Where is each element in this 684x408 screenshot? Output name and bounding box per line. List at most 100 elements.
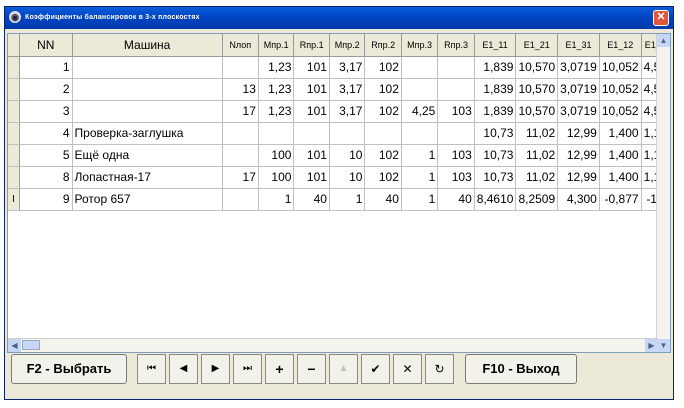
grid-cell[interactable]: 40 [293,188,330,211]
grid-cell[interactable]: 1,400 [599,122,642,145]
row-indicator[interactable] [8,100,20,123]
grid-cell[interactable]: 40 [364,188,402,211]
grid-cell[interactable]: 12,99 [557,144,600,167]
grid-cell[interactable]: 3,17 [329,56,366,79]
grid-cell[interactable]: 11,02 [515,122,559,145]
grid-cell[interactable] [437,56,475,79]
grid-cell[interactable] [437,78,475,101]
grid-cell[interactable]: 1,23 [258,100,295,123]
next-record-icon[interactable]: ▶ [201,354,230,384]
grid-cell[interactable]: 11,02 [515,144,559,167]
grid-cell[interactable] [401,56,439,79]
grid-cell[interactable]: 3 [19,100,73,123]
table-row[interactable]: 11,231013,171021,83910,5703,071910,0524,… [8,56,670,79]
grid-cell[interactable]: 4,25 [401,100,439,123]
row-indicator[interactable]: I [8,188,20,211]
grid-cell[interactable]: 1,23 [258,78,295,101]
grid-cell[interactable]: Лопастная-17 [72,166,223,189]
table-row[interactable]: 3 17 1,23 101 3,17 102 4,25 103 1,839 10,570 3,071… [8,100,670,123]
column-header[interactable]: E1_21 [515,34,559,57]
grid-cell[interactable]: 12,99 [557,122,600,145]
insert-record-icon[interactable]: + [265,354,294,384]
grid-cell[interactable] [401,122,439,145]
row-indicator[interactable] [8,78,20,101]
grid-cell[interactable]: 102 [364,56,402,79]
delete-record-icon[interactable]: − [297,354,326,384]
grid-cell[interactable]: 3,0719 [557,56,600,79]
grid-cell[interactable]: 10 [329,166,366,189]
grid-cell[interactable]: 101 [293,166,330,189]
grid-cell[interactable]: 8,4610 [474,188,517,211]
scroll-right-icon[interactable]: ▶ [645,339,658,352]
row-indicator[interactable] [8,56,20,79]
grid-cell[interactable] [222,144,259,167]
grid-cell[interactable]: 102 [364,144,402,167]
grid-cell[interactable]: 8 [19,166,73,189]
grid-cell[interactable]: 1,839 [474,100,517,123]
last-record-icon[interactable]: ⏭ [233,354,262,384]
column-header[interactable]: E1_12 [599,34,642,57]
grid-cell[interactable] [437,122,475,145]
grid-cell[interactable]: 12,99 [557,166,600,189]
grid-cell[interactable]: 10,570 [515,78,559,101]
grid-cell[interactable]: 4 [19,122,73,145]
grid-cell[interactable] [222,56,259,79]
grid-cell[interactable]: 2 [19,78,73,101]
grid-cell[interactable]: 10,570 [515,56,559,79]
row-indicator[interactable] [8,166,20,189]
grid-cell[interactable]: 17 [222,166,259,189]
grid-cell[interactable]: 10,73 [474,166,517,189]
vertical-scrollbar[interactable]: ▲ ▼ [656,34,670,352]
grid-cell[interactable]: 1,400 [599,144,642,167]
exit-button[interactable]: F10 - Выход [465,354,577,384]
grid-cell[interactable] [72,56,223,79]
grid-cell[interactable]: 1 [401,144,439,167]
grid-cell[interactable] [401,78,439,101]
grid-cell[interactable] [72,100,223,123]
grid-cell[interactable]: 103 [437,144,475,167]
grid-cell[interactable]: 3,0719 [557,100,600,123]
grid-cell[interactable]: 101 [293,100,330,123]
grid-cell[interactable]: 1,400 [599,166,642,189]
scroll-thumb[interactable] [22,340,40,350]
prior-record-icon[interactable]: ◀ [169,354,198,384]
grid-cell[interactable]: 3,0719 [557,78,600,101]
grid-cell[interactable]: 100 [258,144,295,167]
grid-cell[interactable]: 1 [401,188,439,211]
grid-cell[interactable]: 103 [437,100,475,123]
grid-cell[interactable]: 1 [401,166,439,189]
grid-cell[interactable]: 8,2509 [515,188,559,211]
grid-cell[interactable]: 1 [329,188,366,211]
grid-cell[interactable]: 1 [19,56,73,79]
scroll-up-icon[interactable]: ▲ [657,34,670,47]
grid-cell[interactable]: -0,877 [599,188,642,211]
grid-cell[interactable]: 1,839 [474,56,517,79]
grid-cell[interactable]: 9 [19,188,73,211]
close-button[interactable]: ✕ [653,10,669,26]
grid-cell[interactable]: 1,839 [474,78,517,101]
scroll-left-icon[interactable]: ◀ [8,339,21,352]
refresh-icon[interactable]: ↻ [425,354,454,384]
select-button[interactable]: F2 - Выбрать [11,354,127,384]
column-header[interactable]: Rпр.3 [437,34,475,57]
grid-cell[interactable]: 10,73 [474,144,517,167]
grid-cell[interactable]: 10,73 [474,122,517,145]
table-row[interactable]: 5 Ещё одна 100 101 10 102 1 103 10,73 11,02 12,99 1… [8,144,670,167]
cancel-edit-icon[interactable]: ✕ [393,354,422,384]
row-indicator[interactable] [8,122,20,145]
post-record-icon[interactable]: ✔ [361,354,390,384]
grid-cell[interactable]: Ротор 657 [72,188,223,211]
scroll-down-icon[interactable]: ▼ [657,339,670,352]
table-row[interactable]: I 9 Ротор 657 1 40 1 40 1 40 8,4610 8,2509 4,300 -0,… [8,188,670,211]
grid-cell[interactable] [222,122,259,145]
grid-cell[interactable]: 101 [293,78,330,101]
grid-cell[interactable]: 103 [437,166,475,189]
column-header[interactable]: Nлоп [222,34,259,57]
grid-cell[interactable]: 10,052 [599,78,642,101]
grid-cell[interactable]: 10,570 [515,100,559,123]
grid-cell[interactable] [222,188,259,211]
table-row[interactable]: 2 13 1,23 101 3,17 102 1,839 10,570 3,0719 10,052… [8,78,670,101]
grid-cell[interactable]: 102 [364,100,402,123]
table-row[interactable]: 4Проверка-заглушка10,7311,0212,991,4001,… [8,122,670,145]
grid-cell[interactable]: 5 [19,144,73,167]
